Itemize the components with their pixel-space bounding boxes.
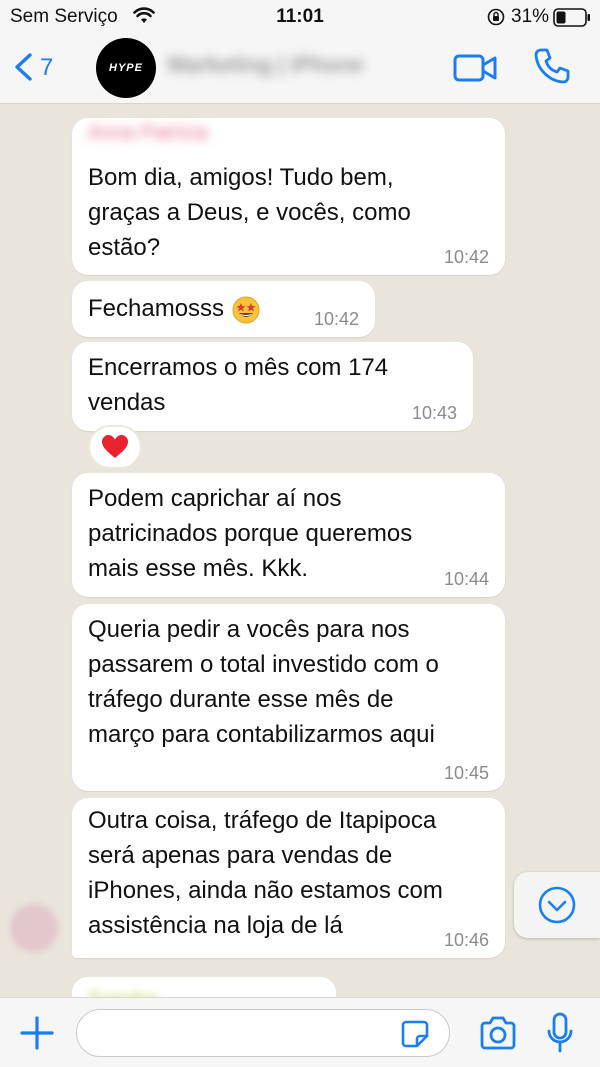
message-timestamp: 10:46 — [443, 930, 489, 950]
message-text-line: Encerramos o mês com 174 — [88, 354, 389, 381]
message-text-line: Queria pedir a vocês para nos — [88, 616, 410, 643]
message-text-line: estão? — [88, 234, 161, 261]
message-text-line: iPhones, ainda não estamos com — [88, 877, 443, 904]
sticker-icon[interactable] — [400, 1019, 430, 1049]
message-text-line: será apenas para vendas de — [88, 842, 393, 869]
heart-icon — [102, 435, 128, 458]
message-bubble[interactable]: Outra coisa, tráfego de Itapipoca será a… — [72, 798, 505, 958]
message-timestamp: 10:45 — [443, 763, 489, 783]
unread-count: 7 — [40, 54, 54, 81]
battery-icon — [553, 8, 590, 27]
message-input[interactable] — [76, 1009, 450, 1057]
sender-name: Sandra — [88, 987, 168, 997]
battery-percentage: 31% — [511, 6, 550, 27]
message-text-line: passarem o total investido com o — [88, 651, 439, 678]
phone-icon[interactable] — [532, 46, 572, 86]
chat-header: 7 HYPE Marketing | iPhone — [0, 34, 600, 104]
message-bubble[interactable]: Podem caprichar aí nos patricinados porq… — [72, 473, 505, 597]
message-reaction[interactable] — [88, 425, 142, 469]
message-text-line: Podem caprichar aí nos — [88, 485, 342, 512]
message-timestamp: 10:43 — [411, 403, 457, 423]
message-text-line: vendas — [88, 389, 166, 416]
message-timestamp: 10:44 — [443, 569, 489, 589]
message-timestamp: 10:42 — [443, 247, 489, 267]
message-timestamp: 10:42 — [313, 309, 359, 329]
sender-avatar[interactable] — [10, 904, 58, 952]
message-bubble[interactable]: Sandra — [72, 977, 336, 997]
message-text-line: março para contabilizarmos aqui — [88, 721, 435, 748]
chat-title[interactable]: Marketing | iPhone — [168, 52, 438, 82]
back-button[interactable]: 7 — [12, 50, 72, 86]
scroll-to-bottom-button[interactable] — [514, 872, 600, 938]
message-bubble[interactable]: Queria pedir a vocês para nos passarem o… — [72, 604, 505, 791]
message-text-line: patricinados porque queremos — [88, 520, 413, 547]
orientation-lock-icon — [487, 8, 505, 26]
message-text-line: assistência na loja de lá — [88, 912, 343, 939]
message-text-line: Bom dia, amigos! Tudo bem, — [88, 164, 394, 191]
message-text-line: tráfego durante esse mês de — [88, 686, 394, 713]
group-avatar[interactable]: HYPE — [96, 38, 156, 98]
video-icon[interactable] — [452, 48, 498, 88]
star-struck-emoji-icon — [232, 296, 260, 324]
message-bubble[interactable]: Encerramos o mês com 174 vendas 10:43 — [72, 342, 473, 431]
status-bar: Sem Serviço 11:01 31% — [0, 0, 600, 34]
camera-icon[interactable] — [478, 1014, 518, 1052]
chevron-left-icon — [15, 53, 32, 81]
sender-name[interactable]: Anna Patrícia — [88, 122, 298, 150]
status-time: 11:01 — [276, 6, 324, 27]
microphone-icon[interactable] — [546, 1012, 574, 1054]
message-text-line: graças a Deus, e vocês, como — [88, 199, 411, 226]
message-text-line: Outra coisa, tráfego de Itapipoca — [88, 807, 437, 834]
avatar-logo-text: HYPE — [109, 62, 143, 74]
message-text-line: mais esse mês. Kkk. — [88, 555, 309, 582]
message-composer — [0, 997, 600, 1067]
plus-icon[interactable] — [18, 1014, 56, 1052]
message-bubble[interactable]: Fechamosss 10:42 — [72, 281, 375, 337]
chevron-down-icon — [538, 886, 576, 924]
message-list[interactable]: Bom dia, amigos! Tudo bem, graças a Deus… — [0, 104, 600, 997]
message-text: Fechamosss — [88, 295, 225, 322]
